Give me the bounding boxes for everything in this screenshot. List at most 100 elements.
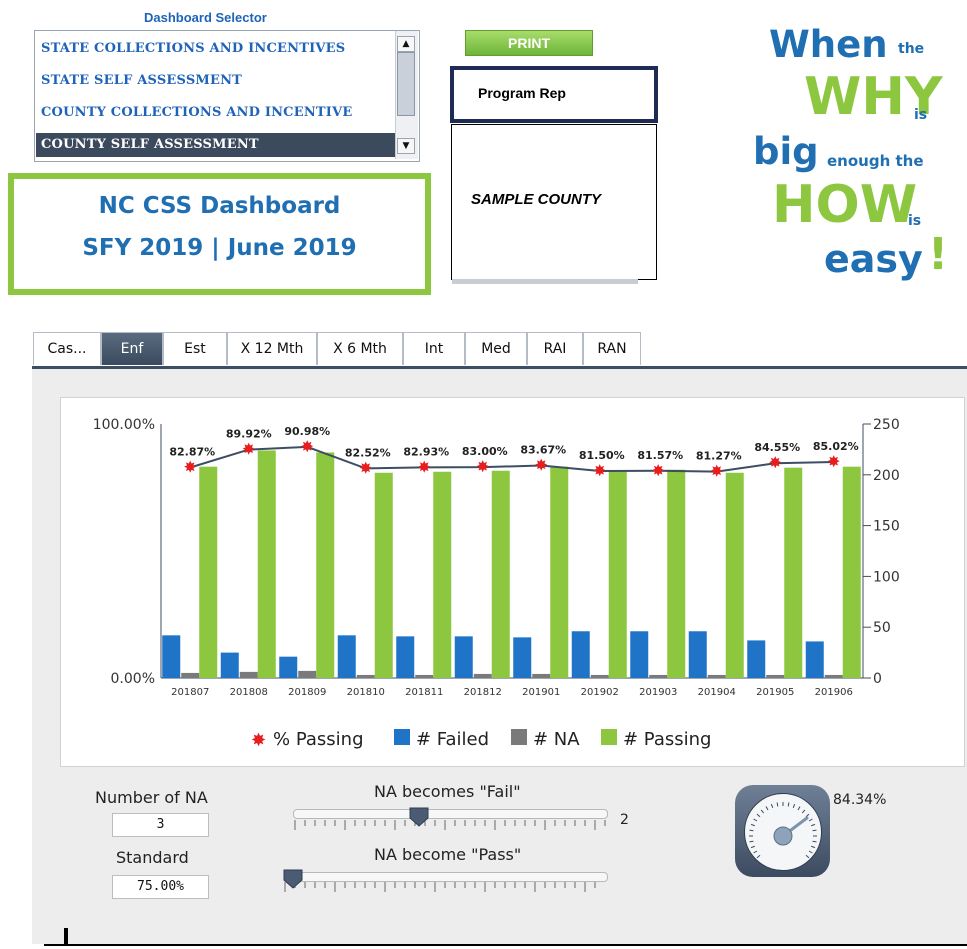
- gauge-tick: [797, 806, 801, 811]
- na-fail-slider-label: NA becomes "Fail": [374, 782, 521, 801]
- pct-passing-point: ✸: [418, 457, 431, 476]
- slogan-easy: easy: [824, 237, 923, 281]
- standard-field[interactable]: 75.00%: [112, 875, 209, 899]
- na-bar: [473, 673, 492, 678]
- scroll-up-arrow-icon[interactable]: ▲: [397, 36, 415, 52]
- left-tick-label: 100.00%: [93, 417, 155, 433]
- tab-rai[interactable]: RAI: [527, 332, 583, 365]
- legend-label: # NA: [533, 729, 580, 750]
- right-tick-label: 250: [873, 417, 900, 433]
- pct-passing-point: ✸: [301, 437, 314, 456]
- na-bar: [415, 674, 434, 678]
- legend-marker-star: ✸: [251, 730, 266, 751]
- selector-item-state-collections[interactable]: STATE COLLECTIONS AND INCENTIVES: [41, 37, 345, 61]
- na-bar: [532, 673, 551, 678]
- pct-passing-point: ✸: [593, 461, 606, 480]
- x-tick-label: 201906: [815, 687, 853, 698]
- tab-cases[interactable]: Cas...: [33, 332, 101, 365]
- gauge-tick: [792, 803, 796, 808]
- na-bar: [590, 674, 609, 678]
- passing-bar: [491, 470, 510, 678]
- gauge-tick: [808, 850, 813, 854]
- passing-bar: [199, 466, 218, 678]
- pct-passing-point: ✸: [184, 458, 197, 477]
- gauge-tick: [805, 854, 810, 859]
- gauge-tick: [787, 802, 790, 807]
- legend-swatch: [394, 729, 410, 745]
- x-tick-label: 201903: [639, 687, 677, 698]
- legend-label: % Passing: [273, 729, 364, 750]
- tab-x6mth[interactable]: X 6 Mth: [317, 332, 403, 365]
- gauge-tick: [753, 818, 758, 822]
- passing-bar: [550, 466, 569, 678]
- slogan: When the WHY is big enough the HOW is ea…: [700, 15, 967, 295]
- tab-ran[interactable]: RAN: [583, 332, 641, 365]
- gauge-tick: [760, 809, 765, 814]
- x-tick-label: 201811: [405, 687, 443, 698]
- x-tick-label: 201809: [288, 687, 326, 698]
- na-count-field[interactable]: 3: [112, 813, 209, 837]
- failed-bar: [747, 640, 766, 678]
- legend-swatch: [601, 729, 617, 745]
- legend-label: # Failed: [416, 729, 489, 750]
- bottom-marker: [64, 928, 68, 946]
- tab-enf[interactable]: Enf: [101, 332, 163, 365]
- gauge-value: 84.34%: [833, 792, 887, 808]
- dashboard-selector-list[interactable]: STATE COLLECTIONS AND INCENTIVES STATE S…: [34, 30, 420, 162]
- gauge-tick: [811, 823, 816, 827]
- chart-container: 100.00% 0.00% 250 200 150 100 50 0 201807 201808 2…: [60, 397, 965, 767]
- gauge-tick: [811, 845, 816, 849]
- x-tick-label: 201904: [698, 687, 736, 698]
- pct-passing-point: ✸: [242, 440, 255, 459]
- x-tick-label: 201812: [464, 687, 502, 698]
- tab-med[interactable]: Med: [465, 332, 527, 365]
- passing-bar: [725, 472, 744, 678]
- selector-item-state-self-assessment[interactable]: STATE SELF ASSESSMENT: [41, 69, 242, 93]
- na-bar: [766, 674, 785, 678]
- x-tick-label: 201808: [230, 687, 268, 698]
- gauge: [735, 785, 830, 877]
- selector-item-county-collections[interactable]: COUNTY COLLECTIONS AND INCENTIVE: [41, 101, 352, 125]
- pct-passing-data-label: 82.52%: [345, 446, 391, 459]
- pct-passing-point: ✸: [476, 457, 489, 476]
- pct-passing-data-label: 81.57%: [637, 449, 683, 462]
- slogan-big: big: [753, 130, 819, 173]
- selector-item-county-self-assessment[interactable]: COUNTY SELF ASSESSMENT: [36, 133, 401, 157]
- passing-bar: [667, 469, 686, 678]
- x-tick-label: 201902: [581, 687, 619, 698]
- print-button[interactable]: PRINT: [465, 30, 593, 56]
- pct-passing-data-label: 83.00%: [462, 445, 508, 458]
- county-box-shadow: [452, 279, 638, 284]
- passing-bar: [374, 472, 393, 678]
- pct-passing-data-label: 83.67%: [520, 443, 566, 456]
- gauge-tick: [749, 829, 754, 832]
- gauge-tick: [756, 813, 761, 818]
- scrollbar-thumb[interactable]: [397, 52, 415, 116]
- x-tick-label: 201810: [347, 687, 385, 698]
- right-tick-label: 150: [873, 519, 900, 535]
- program-rep-label: Program Rep: [478, 85, 566, 101]
- na-fail-slider-ticks: [294, 807, 606, 830]
- tab-int[interactable]: Int: [403, 332, 465, 365]
- pct-passing-data-label: 81.50%: [579, 449, 625, 462]
- pct-passing-data-label: 81.27%: [696, 450, 742, 463]
- gauge-dial-icon: [749, 802, 817, 859]
- scroll-down-arrow-icon[interactable]: ▼: [397, 138, 415, 154]
- county-name: SAMPLE COUNTY: [471, 191, 602, 208]
- right-tick-label: 100: [873, 569, 900, 585]
- pct-passing-point: ✸: [652, 461, 665, 480]
- pct-passing-data-label: 85.02%: [813, 440, 859, 453]
- enforcement-chart: 100.00% 0.00% 250 200 150 100 50 0 201807 201808 2…: [93, 417, 900, 751]
- tab-x12mth[interactable]: X 12 Mth: [227, 332, 317, 365]
- passing-bar: [257, 450, 276, 678]
- gauge-tick: [812, 829, 817, 832]
- gauge-face: [744, 793, 822, 871]
- x-tick-label: 201905: [756, 687, 794, 698]
- pct-passing-data-label: 84.55%: [754, 441, 800, 454]
- pct-passing-data-label: 82.93%: [403, 445, 449, 458]
- pct-passing-point: ✸: [535, 455, 548, 474]
- tab-est[interactable]: Est: [163, 332, 227, 365]
- failed-bar: [630, 631, 649, 678]
- x-tick-label: 201807: [171, 687, 209, 698]
- slider-thumb[interactable]: [283, 869, 303, 889]
